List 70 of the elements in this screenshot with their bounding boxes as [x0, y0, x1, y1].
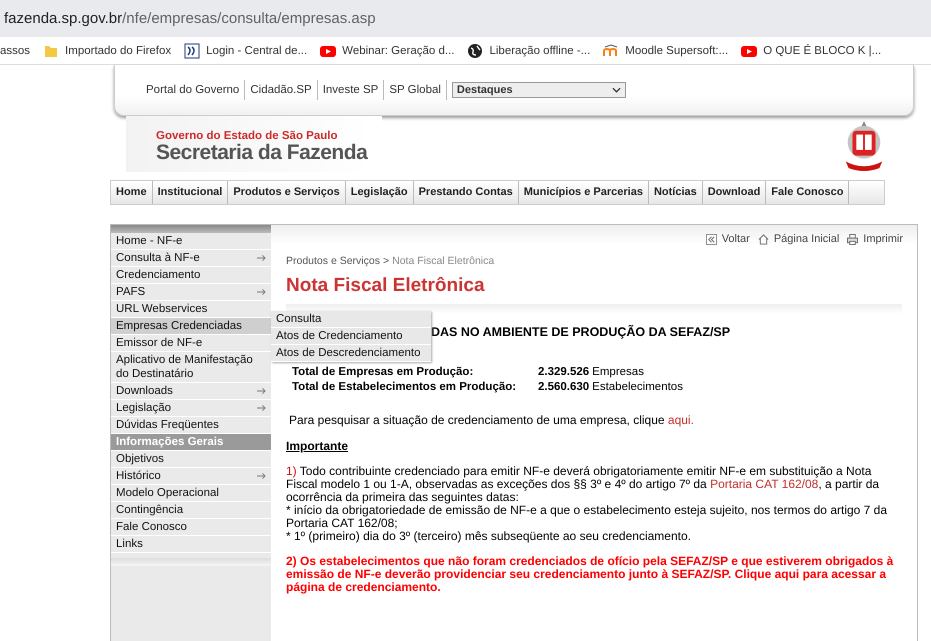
portal-link[interactable]: Investe SP — [318, 80, 384, 100]
nav-tab[interactable]: Institucional — [152, 181, 228, 204]
ordinance-link[interactable]: Portaria CAT 162/08 — [710, 477, 818, 491]
highlights-dropdown[interactable]: Destaques — [452, 82, 626, 98]
printer-icon — [847, 234, 858, 244]
bookmark[interactable]: Moodle Supersoft:... — [603, 42, 728, 58]
stat-label: Total de Empresas em Produção: — [292, 366, 474, 378]
toolbar-link[interactable]: Imprimir — [847, 233, 903, 245]
breadcrumb-current: Nota Fiscal Eletrônica — [392, 255, 494, 267]
sidebar-item[interactable]: Credenciamento — [111, 267, 271, 284]
submenu-item[interactable]: Atos de Credenciamento — [271, 328, 431, 345]
government-name: Governo do Estado de São Paulo — [156, 130, 338, 142]
nav-tab[interactable]: Produtos e Serviços — [228, 181, 346, 204]
search-link[interactable]: aqui. — [668, 413, 694, 427]
stat-label: Total de Estabelecimentos em Produção: — [292, 381, 518, 393]
bookmark[interactable]: O QUE É BLOCO K |... — [741, 42, 882, 58]
toolbar-link[interactable]: Página Inicial — [758, 233, 840, 245]
hat-icon — [603, 42, 620, 58]
nav-tab[interactable]: Legislação — [346, 181, 414, 204]
sidebar-item[interactable]: Modelo Operacional — [111, 485, 271, 502]
sidebar-item[interactable]: Objetivos — [111, 451, 271, 468]
sidebar-item[interactable]: Links — [111, 536, 271, 553]
portal-link[interactable]: SP Global — [384, 80, 447, 100]
portal-link[interactable]: Portal do Governo — [141, 80, 246, 100]
nav-tab[interactable]: Prestando Contas — [414, 181, 519, 204]
sidebar-item[interactable]: Aplicativo de Manifestação do Destinatário — [111, 352, 271, 383]
home-icon — [758, 234, 769, 244]
bookmark[interactable]: Importado do Firefox — [43, 42, 172, 58]
stat-value: 2.329.526 — [538, 366, 590, 378]
address-bar[interactable]: fazenda.sp.gov.br/nfe/empresas/consulta/empresas.asp — [0, 0, 931, 37]
sidebar-item[interactable]: Consulta à NF-e — [111, 250, 271, 267]
bookmark[interactable]: Webinar: Geração d... — [320, 42, 454, 58]
stat-unit: Empresas — [591, 366, 645, 378]
breadcrumb-link[interactable]: Produtos e Serviços — [286, 255, 380, 267]
stat-value: 2.560.630 — [538, 381, 590, 393]
search-instruction: Para pesquisar a situação de credenciamento de uma empresa, clique aqui. — [289, 413, 695, 427]
sidebar-item[interactable]: Legislação — [111, 400, 271, 417]
sidebar-section-header: Informações Gerais — [111, 434, 271, 451]
sidebar-item[interactable]: Fale Conosco — [111, 519, 271, 536]
warning-paragraph: 2) Os estabelecimentos que não foram credenciados de ofício pela SEFAZ/SP e que estiverem obrigados à emissão de NF-e deverão providenciar seu credenciamento junto à SEFAZ/SP. Clique aqui para acessar a página de credenciamento. — [286, 555, 894, 594]
chevron-icon — [612, 87, 621, 93]
sidebar-item[interactable]: Empresas Credenciadas — [111, 318, 271, 335]
sidebar-item[interactable]: PAFS — [111, 284, 271, 301]
important-heading: Importante — [286, 439, 348, 453]
bookmark[interactable]: Liberação offline -... — [467, 42, 590, 58]
toolbar-link[interactable]: Voltar — [706, 233, 750, 245]
breadcrumb-separator: > — [382, 255, 390, 267]
bookmark[interactable]: Login - Central de... — [184, 42, 308, 58]
nav-tab[interactable]: Notícias — [648, 181, 703, 204]
secretariat-name: Secretaria da Fazenda — [156, 142, 369, 164]
page-title: Nota Fiscal Eletrônica — [286, 275, 486, 297]
sidebar-item[interactable]: Contingência — [111, 502, 271, 519]
nav-tab[interactable]: Fale Conosco — [766, 181, 850, 204]
bookmark[interactable]: assos — [0, 44, 30, 56]
stat-unit: Estabelecimentos — [591, 381, 684, 393]
sidebar-item[interactable]: Histórico — [111, 468, 271, 485]
sidebar-item[interactable]: Home - NF-e — [111, 233, 271, 250]
submenu-item[interactable]: Atos de Descredenciamento — [271, 345, 431, 362]
nav-tab[interactable]: Download — [702, 181, 766, 204]
back-icon — [706, 234, 717, 244]
portal-link[interactable]: Cidadão.SP — [245, 80, 318, 100]
section-heading: DAS NO AMBIENTE DE PRODUÇÃO DA SEFAZ/SP — [431, 325, 730, 339]
nav-tab[interactable]: Home — [111, 181, 153, 204]
globe-icon — [467, 42, 484, 58]
logo-icon — [184, 42, 200, 58]
rule-paragraph: 1) Todo contribuinte credenciado para emitir NF-e deverá obrigatoriamente emitir NF-e em substituição a Nota Fiscal modelo 1 ou 1-A, observadas as exceções dos §§ 3º e 4º do artigo 7º da Portaria CAT 162/08, a partir da ocorrência da primeira das seguintes datas: * início da obrigatoriedade de emissão de NF-e a que o estabelecimento esteja sujeito, nos termos do artigo 7 da Portaria CAT 162/08; * 1º (primeiro) dia do 3º (terceiro) mês subseqüente ao seu credenciamento. — [286, 465, 888, 543]
sidebar-item[interactable]: Emissor de NF-e — [111, 335, 271, 352]
nav-tab[interactable]: Municípios e Parcerias — [518, 181, 649, 204]
submenu-item[interactable]: Consulta — [271, 311, 431, 328]
sidebar-item[interactable]: Downloads — [111, 383, 271, 400]
